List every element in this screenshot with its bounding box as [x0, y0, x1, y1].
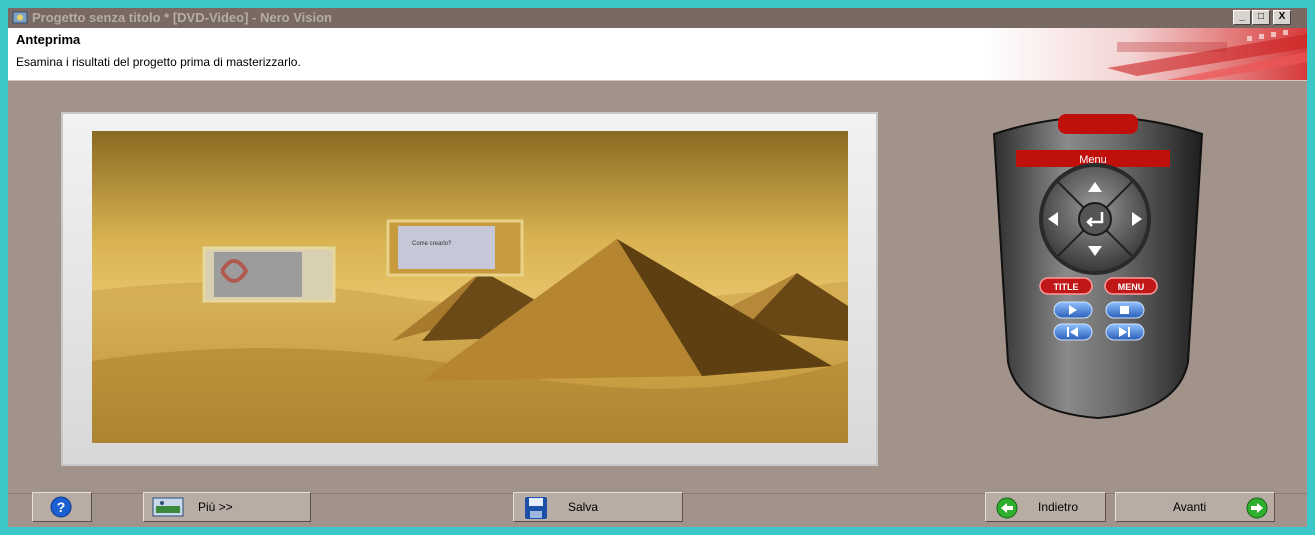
svg-text:MENU: MENU: [1118, 282, 1145, 292]
menu-thumbnail-2[interactable]: Come crearlo?: [386, 219, 524, 277]
menu-button[interactable]: MENU: [1104, 277, 1158, 295]
minimize-button[interactable]: _: [1233, 10, 1251, 25]
svg-text:?: ?: [57, 499, 66, 515]
back-button-label: Indietro: [1038, 500, 1079, 514]
page-subtitle: Esamina i risultati del progetto prima d…: [16, 55, 301, 69]
app-window: Progetto senza titolo * [DVD-Video] - Ne…: [8, 8, 1307, 527]
previous-button[interactable]: [1053, 323, 1093, 341]
dvd-menu-preview-screen[interactable]: Come crearlo?: [92, 131, 848, 443]
more-button[interactable]: Più >>: [143, 492, 311, 522]
help-button[interactable]: ?: [32, 492, 92, 522]
next-button[interactable]: [1105, 323, 1145, 341]
next-arrow-icon: [1246, 497, 1268, 519]
more-options-icon: [152, 497, 184, 517]
save-button-label: Salva: [568, 500, 599, 514]
title-button[interactable]: TITLE: [1039, 277, 1093, 295]
help-icon: ?: [50, 496, 72, 518]
stop-icon: [1120, 306, 1129, 314]
save-button[interactable]: Salva: [513, 492, 683, 522]
next-button-label: Avanti: [1173, 500, 1207, 514]
window-title: Progetto senza titolo * [DVD-Video] - Ne…: [32, 10, 332, 25]
stop-button[interactable]: [1105, 301, 1145, 319]
film-strip-banner: [987, 28, 1307, 80]
play-button[interactable]: [1053, 301, 1093, 319]
title-bar: Progetto senza titolo * [DVD-Video] - Ne…: [8, 8, 1307, 28]
thumbnail-caption: Come crearlo?: [412, 241, 452, 247]
more-button-label: Più >>: [198, 500, 233, 514]
nero-vision-app-icon: [12, 11, 28, 24]
back-button[interactable]: Indietro: [985, 492, 1106, 522]
next-button[interactable]: Avanti: [1115, 492, 1275, 522]
back-arrow-icon: [996, 497, 1018, 519]
svg-text:TITLE: TITLE: [1054, 282, 1079, 292]
enter-button[interactable]: [1078, 202, 1112, 236]
close-button[interactable]: X: [1273, 10, 1291, 25]
menu-thumbnail-1[interactable]: [202, 246, 336, 303]
page-title: Anteprima: [16, 32, 81, 47]
floppy-disk-icon: [525, 497, 547, 519]
remote-control: Menu TITLE MENU: [992, 114, 1204, 420]
wizard-header: Anteprima Esamina i risultati del proget…: [8, 28, 1307, 81]
maximize-button[interactable]: □: [1252, 10, 1270, 25]
